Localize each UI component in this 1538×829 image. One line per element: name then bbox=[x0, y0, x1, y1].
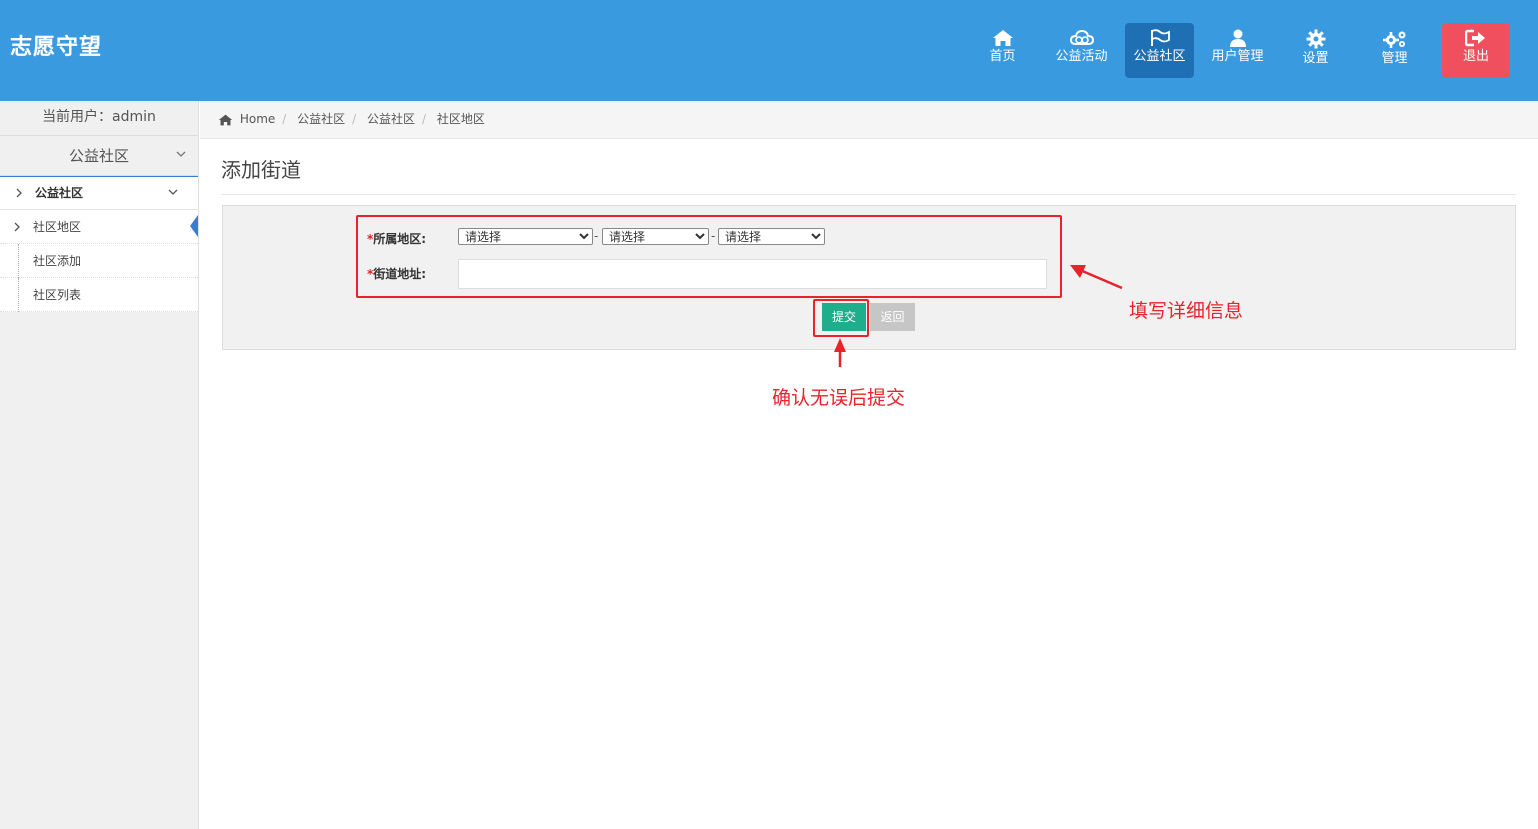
sidebar-menu-parent-label: 公益社区 bbox=[35, 186, 84, 200]
nav-user-management[interactable]: 用户管理 bbox=[1203, 23, 1272, 78]
chevron-down-icon bbox=[168, 189, 178, 195]
chevron-down-icon bbox=[176, 151, 186, 157]
annotation-form-box bbox=[356, 215, 1062, 298]
nav-activities-label: 公益活动 bbox=[1055, 49, 1108, 64]
sidebar-item-list[interactable]: 社区列表 bbox=[0, 278, 198, 312]
sidebar-menu: 公益社区 社区地区 社区添加 社区列表 bbox=[0, 176, 198, 312]
annotation-fill-info: 填写详细信息 bbox=[1129, 300, 1244, 322]
sidebar-section-header[interactable]: 公益社区 bbox=[0, 136, 198, 176]
current-user: 当前用户：admin bbox=[0, 101, 198, 136]
logout-icon bbox=[1465, 29, 1485, 47]
page-title: 添加街道 bbox=[221, 158, 301, 182]
sidebar-menu-parent[interactable]: 公益社区 bbox=[0, 176, 198, 210]
nav-home-label: 首页 bbox=[989, 49, 1016, 64]
annotation-arrow-left bbox=[1070, 265, 1123, 290]
chevron-right-icon bbox=[16, 188, 22, 198]
divider bbox=[221, 194, 1516, 195]
flag-icon bbox=[1150, 29, 1170, 46]
back-button[interactable]: 返回 bbox=[870, 303, 915, 331]
cloud-icon bbox=[1069, 29, 1094, 45]
nav-home[interactable]: 首页 bbox=[968, 23, 1037, 78]
gear-icon bbox=[1306, 29, 1325, 49]
breadcrumb-current: 社区地区 bbox=[436, 112, 485, 126]
sidebar-item-add[interactable]: 社区添加 bbox=[0, 244, 198, 278]
logout-label: 退出 bbox=[1462, 49, 1489, 64]
active-indicator bbox=[190, 215, 198, 237]
nav-activities[interactable]: 公益活动 bbox=[1047, 23, 1116, 78]
annotation-confirm-submit: 确认无误后提交 bbox=[772, 387, 906, 409]
logout-button[interactable]: 退出 bbox=[1442, 23, 1510, 78]
breadcrumb-item[interactable]: 公益社区 bbox=[367, 112, 415, 126]
top-navbar: 志愿守望 首页 公益活动 公益社区 用户管理 设置 管理 退出 bbox=[0, 0, 1538, 101]
nav-community[interactable]: 公益社区 bbox=[1125, 23, 1194, 78]
sidebar-item-label: 社区地区 bbox=[33, 220, 82, 234]
sidebar-item-region[interactable]: 社区地区 bbox=[0, 210, 198, 244]
breadcrumb-item[interactable]: 公益社区 bbox=[297, 112, 345, 126]
nav-admin[interactable]: 管理 bbox=[1360, 23, 1429, 78]
sidebar: 当前用户：admin 公益社区 公益社区 社区地区 社区添加 社区列表 bbox=[0, 101, 199, 829]
gears-icon bbox=[1382, 31, 1405, 48]
nav-settings[interactable]: 设置 bbox=[1281, 23, 1350, 78]
home-icon bbox=[992, 30, 1013, 46]
breadcrumb-home[interactable]: Home bbox=[240, 112, 275, 126]
sidebar-item-label: 社区添加 bbox=[33, 254, 82, 268]
annotation-arrow-up bbox=[834, 338, 846, 367]
brand-title: 志愿守望 bbox=[10, 35, 103, 60]
nav-admin-label: 管理 bbox=[1381, 51, 1408, 66]
breadcrumb: Home / 公益社区 / 公益社区 / 社区地区 bbox=[200, 101, 1538, 139]
nav-community-label: 公益社区 bbox=[1133, 49, 1186, 64]
user-icon bbox=[1229, 29, 1246, 47]
sidebar-item-label: 社区列表 bbox=[33, 288, 82, 302]
chevron-right-icon bbox=[14, 222, 20, 232]
annotation-submit-box bbox=[813, 299, 869, 337]
sidebar-section-title: 公益社区 bbox=[68, 147, 129, 165]
nav-settings-label: 设置 bbox=[1302, 51, 1329, 66]
home-icon bbox=[218, 114, 233, 125]
nav-user-management-label: 用户管理 bbox=[1211, 49, 1264, 64]
